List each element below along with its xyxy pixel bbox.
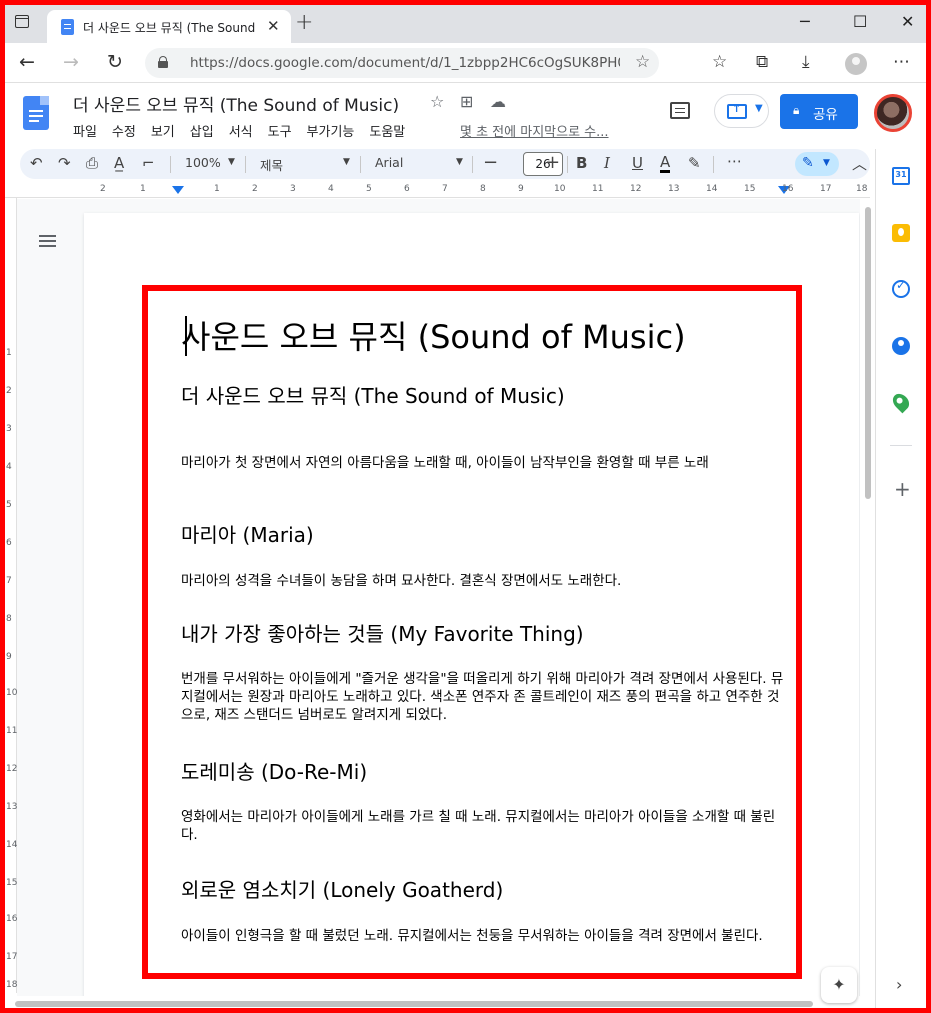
horizontal-ruler[interactable]: 2 1 1 2 3 4 5 6 7 8 9 10 11 12 13 14 15 … [5,184,870,198]
undo-icon[interactable]: ↶ [30,154,43,172]
menu-help[interactable]: 도움말 [369,121,405,141]
last-edit-link[interactable]: 몇 초 전에 마지막으로 수... [460,121,609,140]
menu-bar: 파일 수정 보기 삽입 서식 도구 부가기능 도움말 [73,121,420,141]
document-heading-title[interactable]: 사운드 오브 뮤직 (Sound of Music) [181,312,686,358]
zoom-caret-icon: ▼ [228,157,235,167]
get-addons-icon[interactable]: + [894,477,911,501]
section-heading[interactable]: 마리아 (Maria) [181,519,314,548]
browser-tab-active[interactable]: 더 사운드 오브 뮤직 (The Sound ✕ [47,10,291,43]
tab-title: 더 사운드 오브 뮤직 (The Sound [83,21,256,35]
more-tools-icon[interactable]: ⋯ [727,152,742,170]
section-heading[interactable]: 도레미송 (Do-Re-Mi) [181,756,367,785]
downloads-icon[interactable]: ⤓ [802,52,810,72]
font-select[interactable]: Arial [375,155,403,170]
paint-format-icon[interactable]: ⌐ [142,154,155,172]
docs-logo-icon[interactable] [23,96,49,130]
browser-profile-icon[interactable] [845,53,867,75]
add-favorite-icon[interactable]: ☆ [635,52,650,72]
calendar-icon[interactable]: 31 [892,167,910,185]
show-side-panel-icon[interactable]: › [896,975,902,994]
vertical-scrollbar[interactable] [865,207,871,499]
close-tab-icon[interactable]: ✕ [267,17,280,35]
style-select[interactable]: 제목 [260,155,283,174]
bold-icon[interactable]: B [576,154,587,172]
underline-icon[interactable]: U [632,154,643,172]
pencil-icon: ✎ [802,155,814,171]
maximize-icon[interactable]: ☐ [853,12,867,31]
section-body[interactable]: 마리아가 첫 장면에서 자연의 아름다움을 노래할 때, 아이들이 남작부인을 … [181,454,786,472]
section-body[interactable]: 번개를 무서워하는 아이들에게 "즐거운 생각을"을 떠올리게 하기 위해 마리… [181,670,786,724]
highlight-color-icon[interactable]: ✎ [688,154,701,172]
zoom-select[interactable]: 100% [185,155,221,170]
account-avatar[interactable] [874,94,912,132]
italic-icon[interactable]: I [604,154,610,172]
lock-icon[interactable] [158,56,168,68]
back-icon[interactable]: ← [19,51,35,73]
tab-strip: 더 사운드 오브 뮤직 (The Sound ✕ + ─ ☐ ✕ [5,5,926,43]
style-caret-icon: ▼ [343,157,350,167]
increase-font-size-icon[interactable]: + [545,152,560,173]
move-folder-icon[interactable]: ⊞ [460,92,473,111]
forward-icon[interactable]: → [63,51,79,73]
section-body[interactable]: 마리아의 성격을 수녀들이 농담을 하며 묘사한다. 결혼식 장면에서도 노래한… [181,572,786,590]
document-title[interactable]: 더 사운드 오브 뮤직 (The Sound of Music) [73,91,399,116]
collapse-menus-icon[interactable]: ︿ [852,153,867,174]
text-color-icon[interactable]: A [660,154,671,173]
keep-icon[interactable] [892,224,910,242]
menu-format[interactable]: 서식 [229,121,253,141]
explore-button[interactable]: ✦ [821,967,857,1003]
reload-icon[interactable]: ↻ [107,51,123,73]
url-text: https://docs.google.com/document/d/1_1zb… [190,55,620,71]
address-bar: ← → ↻ https://docs.google.com/document/d… [5,43,926,83]
section-heading[interactable]: 더 사운드 오브 뮤직 (The Sound of Music) [181,380,565,409]
redo-icon[interactable]: ↷ [58,154,71,172]
minimize-icon[interactable]: ─ [800,12,810,31]
contacts-icon[interactable] [892,337,910,355]
url-field[interactable]: https://docs.google.com/document/d/1_1zb… [145,48,659,78]
font-caret-icon: ▼ [456,157,463,167]
vertical-ruler[interactable]: 1 2 3 4 5 6 7 8 9 10 11 12 13 14 15 16 1… [5,198,17,993]
decrease-font-size-icon[interactable]: − [483,152,498,173]
text-cursor [185,316,187,356]
side-panel-divider [890,445,912,446]
menu-addons[interactable]: 부가기능 [307,121,355,141]
menu-edit[interactable]: 수정 [112,121,136,141]
section-body[interactable]: 아이들이 인형극을 할 때 불렀던 노래. 뮤지컬에서는 천둥을 무서워하는 아… [181,927,786,945]
menu-view[interactable]: 보기 [151,121,175,141]
spellcheck-icon[interactable]: A̲ [114,154,124,172]
present-icon [727,102,747,119]
collections-icon[interactable]: ⧉ [756,52,768,72]
docs-favicon-icon [61,19,74,35]
section-body[interactable]: 영화에서는 마리아가 아이들에게 노래를 가르 칠 때 노래. 뮤지컬에서는 마… [181,808,786,844]
close-window-icon[interactable]: ✕ [901,12,914,31]
section-heading[interactable]: 외로운 염소치기 (Lonely Goatherd) [181,874,503,903]
menu-insert[interactable]: 삽입 [190,121,214,141]
share-label: 공유 [813,107,838,123]
tab-actions-icon[interactable] [15,15,29,28]
section-heading[interactable]: 내가 가장 좋아하는 것들 (My Favorite Thing) [181,618,584,647]
share-button[interactable]: 🔒︎ 공유 [780,94,858,129]
print-icon[interactable]: ⎙ [86,154,98,172]
more-menu-icon[interactable]: ⋯ [893,52,910,72]
present-button[interactable]: ▼ [714,94,769,128]
chevron-down-icon: ▼ [823,158,830,168]
comment-history-icon[interactable] [670,102,690,119]
document-outline-icon[interactable] [39,235,56,249]
browser-window: 더 사운드 오브 뮤직 (The Sound ✕ + ─ ☐ ✕ ← → ↻ h… [5,5,926,1008]
maps-icon[interactable] [889,390,913,414]
new-tab-icon[interactable]: + [295,10,313,35]
formatting-toolbar: ↶ ↷ ⎙ A̲ ⌐ 100% ▼ 제목 ▼ Arial ▼ − 26 + B … [20,149,870,179]
menu-file[interactable]: 파일 [73,121,97,141]
lock-icon: 🔒︎ [793,103,800,117]
left-indent-marker[interactable] [172,186,184,194]
tasks-icon[interactable] [892,278,910,298]
horizontal-scrollbar[interactable] [15,1001,813,1007]
editing-mode-button[interactable]: ✎ ▼ [795,152,839,176]
chevron-down-icon: ▼ [755,103,763,114]
star-icon[interactable]: ☆ [430,92,444,111]
cloud-status-icon[interactable]: ☁ [490,92,506,111]
menu-tools[interactable]: 도구 [268,121,292,141]
side-panel: 31 + › [875,149,926,1008]
favorites-icon[interactable]: ☆ [712,52,727,72]
